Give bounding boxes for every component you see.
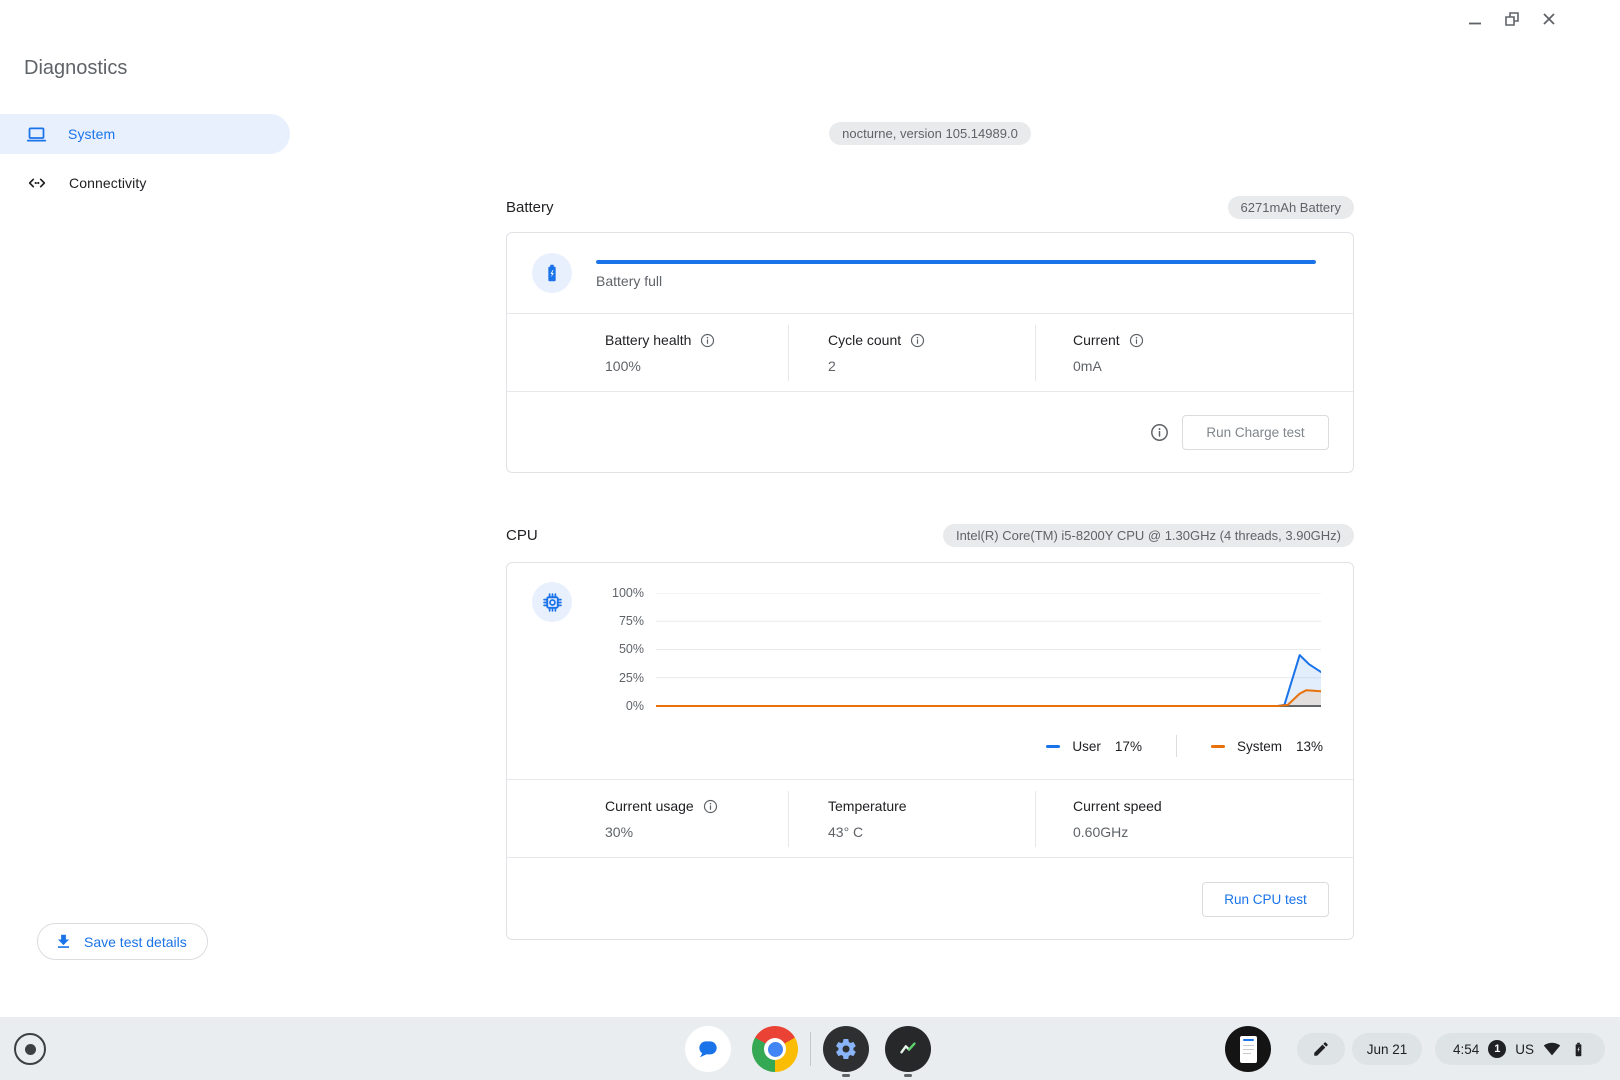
cpu-section-title: CPU	[506, 527, 538, 544]
sidebar-item-system[interactable]: System	[0, 114, 290, 154]
legend-divider	[1176, 735, 1177, 757]
diagnostics-app-button[interactable]	[885, 1026, 931, 1072]
notification-counter: 1	[1488, 1040, 1506, 1058]
settings-app-icon	[834, 1037, 858, 1061]
stat-label: Temperature	[828, 798, 907, 814]
settings-app-button[interactable]	[823, 1026, 869, 1072]
cpu-usage-chart	[656, 593, 1321, 710]
battery-status-text: Battery full	[596, 273, 662, 289]
stat-label: Current usage	[605, 798, 694, 814]
legend-label: System	[1237, 739, 1282, 754]
diagnostics-open-indicator	[904, 1074, 912, 1077]
system-series-swatch	[1211, 745, 1225, 748]
run-cpu-test-button[interactable]: Run CPU test	[1202, 882, 1329, 917]
current-stat: Current 0mA	[1073, 330, 1145, 374]
battery-charge-bar	[596, 260, 1316, 264]
info-icon[interactable]	[909, 332, 926, 349]
diagnostics-app-window: Diagnostics System Connectivity nocturne…	[0, 0, 1620, 1080]
diagnostics-app-icon	[895, 1036, 921, 1062]
battery-section-title: Battery	[506, 199, 554, 216]
stat-value: 30%	[605, 824, 719, 840]
shelf: Jun 21 4:54 1 US	[0, 1017, 1620, 1080]
wifi-icon	[1543, 1040, 1561, 1058]
battery-status-icon	[1570, 1041, 1587, 1058]
shelf-divider	[810, 1032, 811, 1066]
cycle-count-stat: Cycle count 2	[828, 330, 926, 374]
y-tick-label: 50%	[584, 641, 644, 657]
minimize-icon	[1466, 10, 1484, 28]
y-tick-label: 100%	[584, 585, 644, 601]
cpu-icon-circle	[532, 582, 572, 622]
info-icon[interactable]	[1128, 332, 1145, 349]
battery-card: Battery full Battery health 100% Cycle c…	[506, 232, 1354, 473]
chrome-app-button[interactable]	[752, 1026, 798, 1072]
close-button[interactable]	[1535, 5, 1563, 33]
battery-charge-fill	[596, 260, 1316, 264]
stat-label: Cycle count	[828, 332, 901, 348]
board-version-chip: nocturne, version 105.14989.0	[829, 122, 1031, 145]
shelf-date: Jun 21	[1367, 1042, 1408, 1057]
laptop-icon	[26, 124, 47, 145]
cpu-chip-icon	[541, 591, 564, 614]
connectivity-icon	[26, 172, 48, 194]
battery-icon-circle	[532, 253, 572, 293]
legend-label: User	[1072, 739, 1101, 754]
y-tick-label: 75%	[584, 613, 644, 629]
legend-value: 13%	[1296, 739, 1323, 754]
stat-value: 0.60GHz	[1073, 824, 1162, 840]
sidebar-item-connectivity[interactable]: Connectivity	[0, 163, 290, 203]
battery-health-stat: Battery health 100%	[605, 330, 716, 374]
run-charge-test-button[interactable]: Run Charge test	[1182, 415, 1329, 450]
close-icon	[1540, 10, 1558, 28]
y-tick-label: 25%	[584, 670, 644, 686]
current-usage-stat: Current usage 30%	[605, 796, 719, 840]
screen-capture-preview-icon	[1240, 1036, 1257, 1063]
version-row: nocturne, version 105.14989.0	[506, 122, 1354, 145]
temperature-stat: Temperature 43° C	[828, 796, 907, 840]
sidebar-item-label: System	[68, 126, 115, 142]
save-test-details-button[interactable]: Save test details	[37, 923, 208, 960]
page-title: Diagnostics	[24, 57, 127, 80]
tote-button[interactable]	[1225, 1026, 1271, 1072]
sidebar-item-label: Connectivity	[69, 175, 146, 191]
stylus-tools-button[interactable]	[1297, 1033, 1345, 1065]
shelf-time: 4:54	[1453, 1042, 1479, 1057]
battery-spec-chip: 6271mAh Battery	[1228, 196, 1354, 219]
charge-test-info-icon[interactable]	[1149, 422, 1170, 443]
stat-value: 0mA	[1073, 358, 1145, 374]
info-icon[interactable]	[702, 798, 719, 815]
stat-label: Battery health	[605, 332, 691, 348]
battery-icon	[541, 262, 563, 284]
user-series-swatch	[1046, 745, 1060, 748]
calendar-date-button[interactable]: Jun 21	[1352, 1033, 1422, 1065]
keyboard-layout-indicator: US	[1515, 1042, 1534, 1057]
current-speed-stat: Current speed 0.60GHz	[1073, 796, 1162, 840]
y-tick-label: 0%	[584, 698, 644, 714]
stat-label: Current speed	[1073, 798, 1162, 814]
status-tray-button[interactable]: 4:54 1 US	[1435, 1033, 1605, 1065]
stat-value: 43° C	[828, 824, 907, 840]
stat-label: Current	[1073, 332, 1120, 348]
cpu-spec-chip: Intel(R) Core(TM) i5-8200Y CPU @ 1.30GHz…	[943, 524, 1354, 547]
messages-app-button[interactable]	[685, 1026, 731, 1072]
chrome-app-icon	[764, 1038, 786, 1060]
settings-open-indicator	[842, 1074, 850, 1077]
save-button-label: Save test details	[84, 934, 187, 950]
cpu-chart-legend: User 17% System 13%	[1046, 735, 1323, 757]
launcher-button[interactable]	[7, 1026, 53, 1072]
stat-value: 2	[828, 358, 926, 374]
minimize-button[interactable]	[1461, 5, 1489, 33]
cpu-card: 100% 75% 50% 25% 0% User 17% System 13% …	[506, 562, 1354, 940]
restore-window-button[interactable]	[1498, 5, 1526, 33]
launcher-icon	[14, 1033, 46, 1065]
legend-value: 17%	[1115, 739, 1142, 754]
info-icon[interactable]	[699, 332, 716, 349]
stylus-icon	[1312, 1040, 1330, 1058]
restore-window-icon	[1503, 10, 1521, 28]
download-icon	[54, 932, 73, 951]
messages-app-icon	[695, 1036, 721, 1062]
stat-value: 100%	[605, 358, 716, 374]
